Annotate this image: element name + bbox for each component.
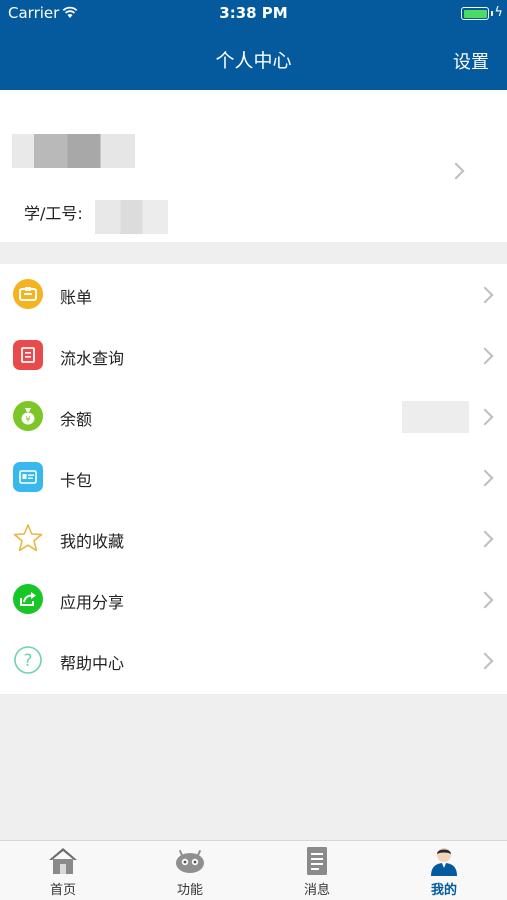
tab-label: 功能 bbox=[176, 883, 203, 898]
tab-label: 首页 bbox=[49, 883, 76, 898]
home-icon bbox=[49, 848, 77, 874]
header-bar: Carrier 3:38 PM ϟ 个人中心 设置 bbox=[0, 0, 507, 90]
menu-item-label: 账单 bbox=[60, 288, 93, 307]
menu-item-share[interactable]: 应用分享 bbox=[0, 569, 507, 630]
card-wallet-icon bbox=[13, 462, 43, 492]
menu-item-label: 我的收藏 bbox=[60, 532, 125, 551]
help-icon: ? bbox=[13, 645, 43, 675]
tab-mine[interactable]: 我的 bbox=[381, 841, 507, 900]
profile-card[interactable]: 学/工号: bbox=[0, 90, 507, 242]
page-title: 个人中心 bbox=[215, 50, 292, 72]
menu-item-label: 应用分享 bbox=[60, 593, 125, 612]
person-icon bbox=[431, 848, 457, 876]
menu-item-label: 流水查询 bbox=[60, 349, 125, 368]
star-icon bbox=[13, 523, 43, 553]
user-name-redacted bbox=[12, 134, 135, 168]
menu-list: 账单 流水查询 ¥ 余额 卡包 我的收藏 应用分享 ? 帮助中心 bbox=[0, 264, 507, 694]
battery-cap bbox=[491, 11, 493, 16]
menu-item-bill[interactable]: 账单 bbox=[0, 264, 507, 325]
menu-item-help[interactable]: ? 帮助中心 bbox=[0, 630, 507, 691]
tab-label: 消息 bbox=[303, 883, 330, 898]
charging-icon: ϟ bbox=[494, 5, 503, 20]
status-bar: Carrier 3:38 PM ϟ bbox=[0, 0, 507, 28]
money-bag-icon: ¥ bbox=[13, 401, 43, 431]
chevron-right-icon bbox=[476, 652, 494, 670]
chevron-right-icon bbox=[476, 408, 494, 426]
menu-item-label: 余额 bbox=[60, 410, 93, 429]
menu-item-favorites[interactable]: 我的收藏 bbox=[0, 508, 507, 569]
chevron-right-icon bbox=[476, 530, 494, 548]
document-icon bbox=[307, 847, 327, 875]
student-id-label: 学/工号: bbox=[24, 204, 83, 223]
battery-icon bbox=[461, 7, 489, 20]
menu-item-label: 卡包 bbox=[60, 471, 93, 490]
tab-functions[interactable]: 功能 bbox=[127, 841, 253, 900]
chevron-right-icon bbox=[476, 591, 494, 609]
tab-home[interactable]: 首页 bbox=[0, 841, 126, 900]
svg-text:¥: ¥ bbox=[25, 415, 30, 424]
transaction-icon bbox=[13, 340, 43, 370]
menu-item-transactions[interactable]: 流水查询 bbox=[0, 325, 507, 386]
tab-bar: 首页 功能 消息 我的 bbox=[0, 840, 507, 900]
tab-messages[interactable]: 消息 bbox=[254, 841, 380, 900]
chevron-right-icon bbox=[476, 469, 494, 487]
chevron-right-icon bbox=[476, 286, 494, 304]
menu-item-card-wallet[interactable]: 卡包 bbox=[0, 447, 507, 508]
clock: 3:38 PM bbox=[219, 4, 288, 22]
svg-text:?: ? bbox=[23, 651, 32, 671]
bill-icon bbox=[13, 279, 43, 309]
chevron-right-icon bbox=[447, 162, 465, 180]
menu-item-balance[interactable]: ¥ 余额 bbox=[0, 386, 507, 447]
tab-label: 我的 bbox=[430, 883, 457, 898]
robot-icon bbox=[176, 849, 204, 873]
student-id-redacted bbox=[95, 200, 168, 234]
chevron-right-icon bbox=[476, 347, 494, 365]
balance-value-redacted bbox=[402, 401, 469, 433]
share-icon bbox=[13, 584, 43, 614]
menu-item-label: 帮助中心 bbox=[60, 654, 125, 673]
settings-button[interactable]: 设置 bbox=[453, 48, 489, 74]
